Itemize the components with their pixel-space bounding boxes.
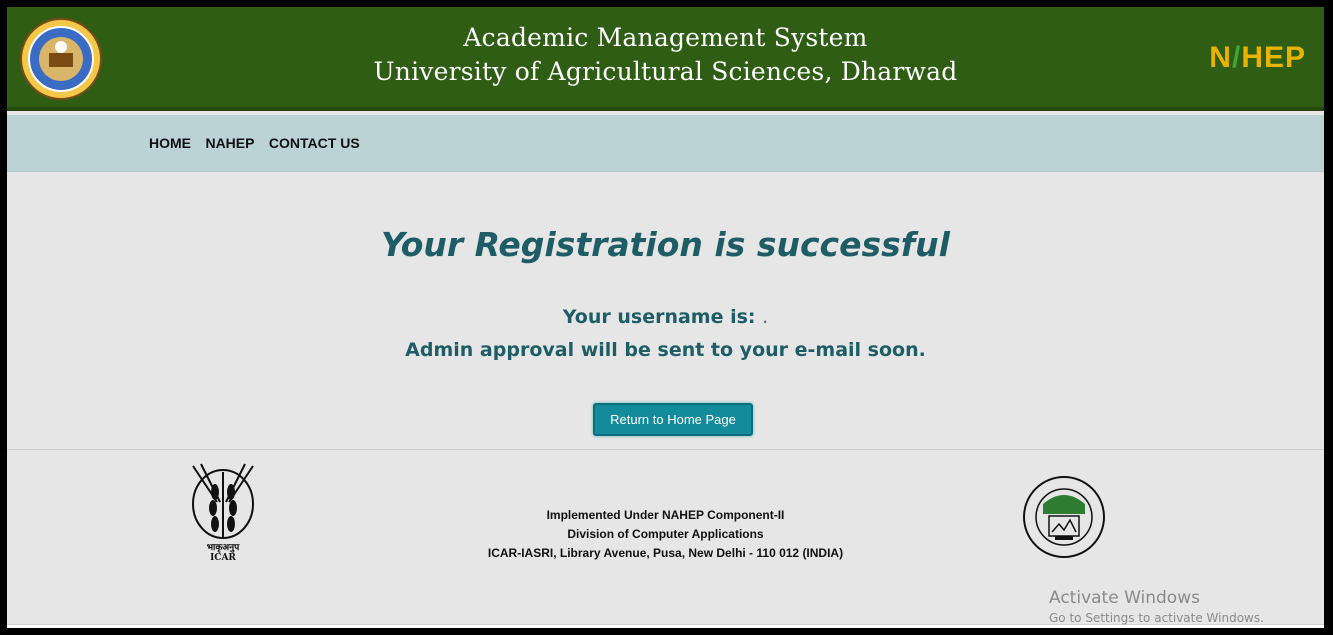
watermark-line2: Go to Settings to activate Windows.: [1049, 611, 1264, 625]
iasri-logo: [1023, 476, 1105, 558]
username-message: Your username is: .: [7, 306, 1324, 328]
page-frame: Academic Management System University of…: [0, 0, 1333, 635]
nahep-logo-right: HEP: [1241, 41, 1306, 74]
footer-text: Implemented Under NAHEP Component-II Div…: [7, 506, 1324, 563]
nav-nahep-link[interactable]: NAHEP: [205, 135, 254, 151]
nahep-logo: N/HEP: [1209, 41, 1306, 75]
username-value: .: [762, 306, 769, 328]
approval-message: Admin approval will be sent to your e-ma…: [405, 339, 926, 361]
activate-windows-watermark: Activate Windows Go to Settings to activ…: [1049, 588, 1264, 625]
bottom-strip: [7, 624, 1324, 635]
site-title-line2: University of Agricultural Sciences, Dha…: [373, 57, 958, 86]
watermark-line1: Activate Windows: [1049, 588, 1200, 608]
header-bar: Academic Management System University of…: [7, 7, 1324, 111]
nav-bar: HOME NAHEP CONTACT US: [7, 115, 1324, 172]
username-label: Your username is:: [562, 306, 756, 328]
nahep-logo-left: N: [1209, 41, 1232, 74]
site-title-line1: Academic Management System: [463, 23, 868, 52]
nahep-logo-slash-icon: /: [1231, 41, 1242, 74]
main-content: Your Registration is successful Your use…: [7, 173, 1324, 449]
footer-line2: Division of Computer Applications: [567, 527, 764, 541]
nav-contact-us-link[interactable]: CONTACT US: [269, 135, 360, 151]
footer-line1: Implemented Under NAHEP Component-II: [546, 508, 785, 522]
strip-divider: [227, 629, 228, 635]
return-home-button[interactable]: Return to Home Page: [593, 403, 753, 436]
footer-line3: ICAR-IASRI, Library Avenue, Pusa, New De…: [487, 546, 844, 560]
site-title: Academic Management System University of…: [7, 21, 1324, 89]
success-heading: Your Registration is successful: [381, 225, 950, 264]
nav-links: HOME NAHEP CONTACT US: [149, 135, 370, 153]
nav-home-link[interactable]: HOME: [149, 135, 191, 151]
